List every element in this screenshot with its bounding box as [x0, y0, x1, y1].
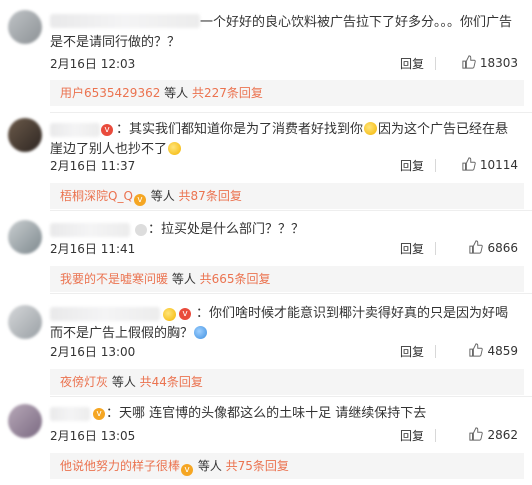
- comment-text: ：其实我们都知道你是为了消费者好找到你 因为这个广告已经在悬崖边了别人也抄不了: [50, 122, 509, 157]
- comment-text: ：你们啥时候才能意识到椰汁卖得好真的只是因为好喝而不是广告上假假的胸？: [50, 306, 509, 341]
- comment-meta: 2月16日 13:05 回复 2862: [50, 427, 518, 445]
- comment-date: 2月16日 13:00: [50, 345, 136, 359]
- thumbs-up-icon: [462, 55, 476, 69]
- reply-count-link[interactable]: 共44条回复: [140, 375, 203, 389]
- divider: [435, 57, 436, 70]
- thumbs-up-icon: [469, 343, 484, 357]
- reply-count-link[interactable]: 共665条回复: [200, 272, 271, 286]
- badge-icon: v: [181, 464, 194, 476]
- like-count: 2862: [487, 428, 518, 442]
- comment-meta: 2月16日 12:03 回复 18303: [50, 55, 518, 73]
- avatar[interactable]: [8, 305, 42, 339]
- comment-date: 2月16日 11:37: [50, 159, 136, 173]
- avatar[interactable]: [8, 10, 42, 44]
- avatar[interactable]: [8, 404, 42, 438]
- comment-date: 2月16日 11:41: [50, 242, 136, 256]
- like-button[interactable]: 6866: [469, 240, 518, 255]
- reply-thread[interactable]: 梧桐深院Q_Q v 等人 共87条回复: [50, 183, 524, 209]
- comment-meta: 2月16日 11:37 回复 10114: [50, 157, 518, 175]
- reply-thread[interactable]: 他说他努力的样子很棒 v 等人 共75条回复: [50, 453, 524, 479]
- thumbs-up-icon: [469, 240, 484, 254]
- thumbs-up-icon: [469, 427, 484, 441]
- reply-button[interactable]: 回复: [400, 427, 424, 444]
- comment-item: v ：天哪 连官博的头像都这么的土味十足 请继续保持下去 2月16日 13:05…: [0, 396, 532, 485]
- comment-date: 2月16日 13:05: [50, 429, 136, 443]
- reply-button[interactable]: 回复: [400, 343, 424, 360]
- reply-thread[interactable]: 夜傍灯灰 等人 共44条回复: [50, 369, 524, 395]
- comment-item: 一个好好的良心饮料被广告拉下了好多分。。。你们广告是不是请同行做的？？ 2月16…: [0, 0, 532, 106]
- divider: [435, 345, 436, 358]
- reply-count-link[interactable]: 共227条回复: [192, 86, 263, 100]
- comment-item: v ：你们啥时候才能意识到椰汁卖得好真的只是因为好喝而不是广告上假假的胸？ 2月…: [0, 293, 532, 395]
- reply-user-link[interactable]: 用户6535429362: [60, 86, 160, 100]
- badge-icon: v: [133, 194, 146, 206]
- divider: [435, 242, 436, 255]
- thumbs-up-icon: [462, 157, 476, 171]
- laughing-emoji-icon: [168, 142, 182, 155]
- comment-text: 一个好好的良心饮料被广告拉下了好多分。。。你们广告是不是请同行做的？？: [50, 15, 513, 50]
- reply-thread[interactable]: 用户6535429362 等人 共227条回复: [50, 80, 524, 106]
- reply-user-link[interactable]: 我要的不是嘘寒问暖: [60, 272, 168, 286]
- reply-button[interactable]: 回复: [400, 157, 424, 174]
- divider: [435, 159, 436, 172]
- like-count: 4859: [487, 344, 518, 358]
- comment-date: 2月16日 12:03: [50, 57, 136, 71]
- like-button[interactable]: 10114: [462, 157, 518, 172]
- like-button[interactable]: 4859: [469, 343, 518, 358]
- avatar[interactable]: [8, 220, 42, 254]
- like-count: 18303: [479, 56, 518, 70]
- comment-item: v ：其实我们都知道你是为了消费者好找到你 因为这个广告已经在悬崖边了别人也抄不了…: [0, 112, 532, 212]
- reply-user-link[interactable]: 他说他努力的样子很棒: [60, 459, 180, 473]
- divider: [435, 429, 436, 442]
- like-button[interactable]: 2862: [469, 427, 518, 442]
- reply-button[interactable]: 回复: [400, 55, 424, 72]
- reply-button[interactable]: 回复: [400, 240, 424, 257]
- reply-user-link[interactable]: 梧桐深院Q_Q: [60, 189, 133, 203]
- like-count: 6866: [487, 241, 518, 255]
- comment-meta: 2月16日 11:41 回复 6866: [50, 240, 518, 258]
- like-count: 10114: [479, 158, 518, 172]
- comment-meta: 2月16日 13:00 回复 4859: [50, 343, 518, 361]
- avatar[interactable]: [8, 118, 42, 152]
- laughing-emoji-icon: [364, 122, 378, 135]
- comment-text: ：天哪 连官博的头像都这么的土味十足 请继续保持下去: [106, 406, 427, 421]
- reply-user-link[interactable]: 夜傍灯灰: [60, 375, 108, 389]
- sweat-emoji-icon: [194, 326, 208, 339]
- reply-count-link[interactable]: 共75条回复: [226, 459, 289, 473]
- reply-thread[interactable]: 我要的不是嘘寒问暖 等人 共665条回复: [50, 266, 524, 292]
- like-button[interactable]: 18303: [462, 55, 518, 70]
- comment-text: ：拉买处是什么部门？？？: [148, 222, 305, 237]
- comment-item: ：拉买处是什么部门？？？ 2月16日 11:41 回复 6866 我要的不是嘘寒…: [0, 210, 532, 294]
- reply-count-link[interactable]: 共87条回复: [179, 189, 242, 203]
